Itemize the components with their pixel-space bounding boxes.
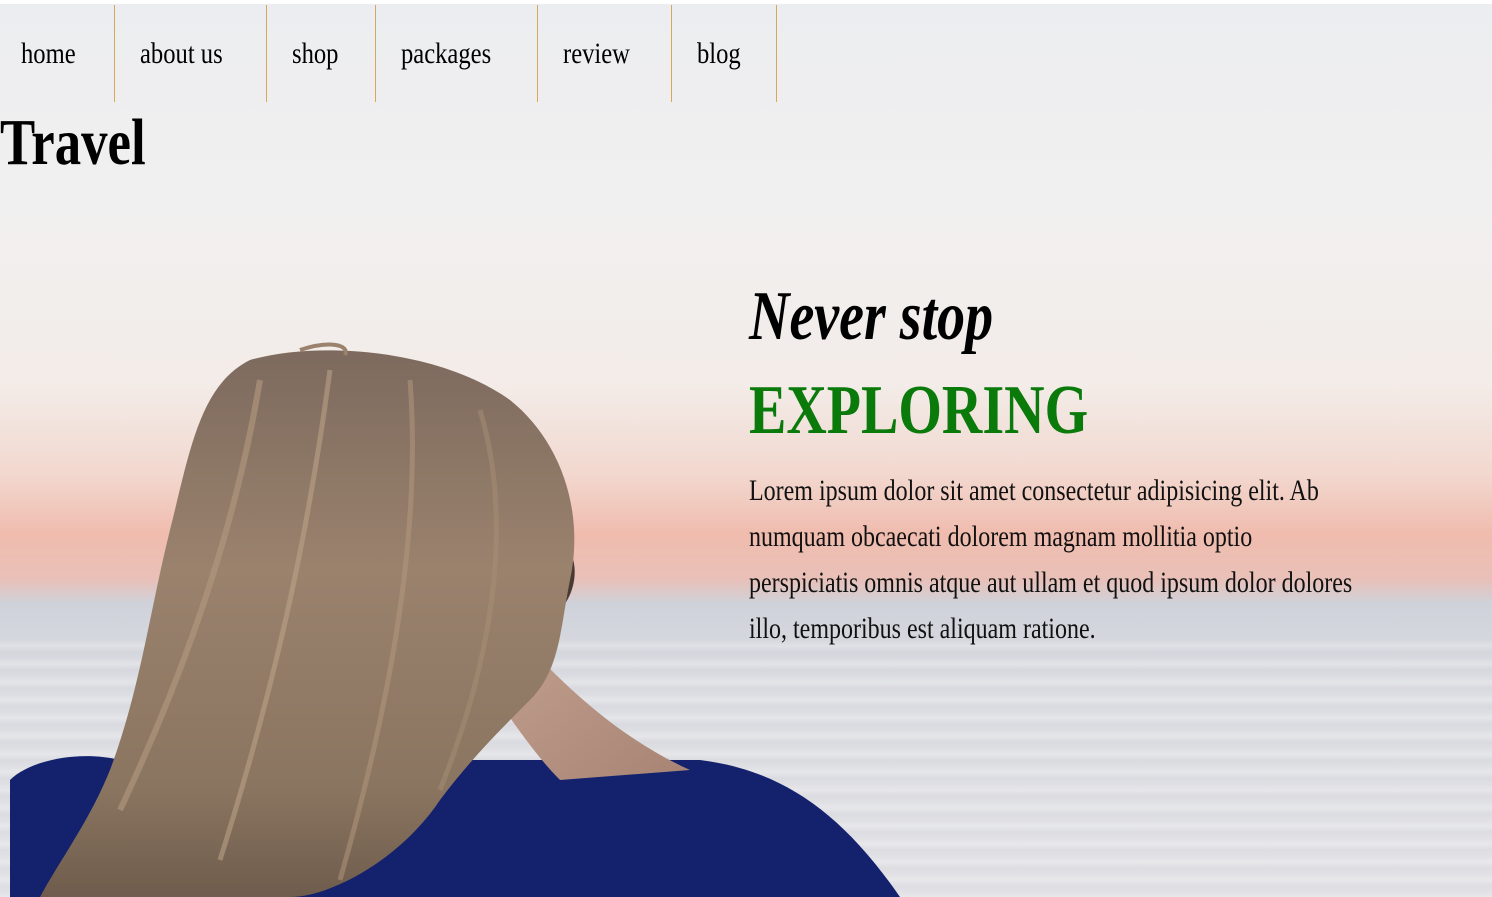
nav-about-us[interactable]: about us	[115, 5, 268, 102]
nav-home-label[interactable]: home	[21, 37, 76, 71]
hero-text: Never stop EXPLORING Lorem ipsum dolor s…	[749, 282, 1449, 652]
site-title: Travel	[0, 106, 146, 179]
nav-home[interactable]: home	[0, 5, 115, 102]
hero-paragraph: Lorem ipsum dolor sit amet consectetur a…	[749, 474, 1353, 645]
nav-about-us-label[interactable]: about us	[140, 37, 223, 71]
nav-blog[interactable]: blog	[672, 5, 778, 102]
hero-headline: Never stop	[749, 278, 994, 355]
hero-subheadline: EXPLORING	[749, 372, 1089, 449]
nav-shop[interactable]: shop	[267, 5, 377, 102]
main-nav: home about us shop packages review blog	[0, 5, 778, 102]
page: home about us shop packages review blog …	[0, 0, 1492, 897]
nav-blog-label[interactable]: blog	[697, 37, 741, 71]
nav-review[interactable]: review	[538, 5, 672, 102]
nav-review-label[interactable]: review	[563, 37, 630, 71]
nav-packages[interactable]: packages	[376, 5, 539, 102]
nav-packages-label[interactable]: packages	[401, 37, 491, 71]
nav-shop-label[interactable]: shop	[292, 37, 338, 71]
